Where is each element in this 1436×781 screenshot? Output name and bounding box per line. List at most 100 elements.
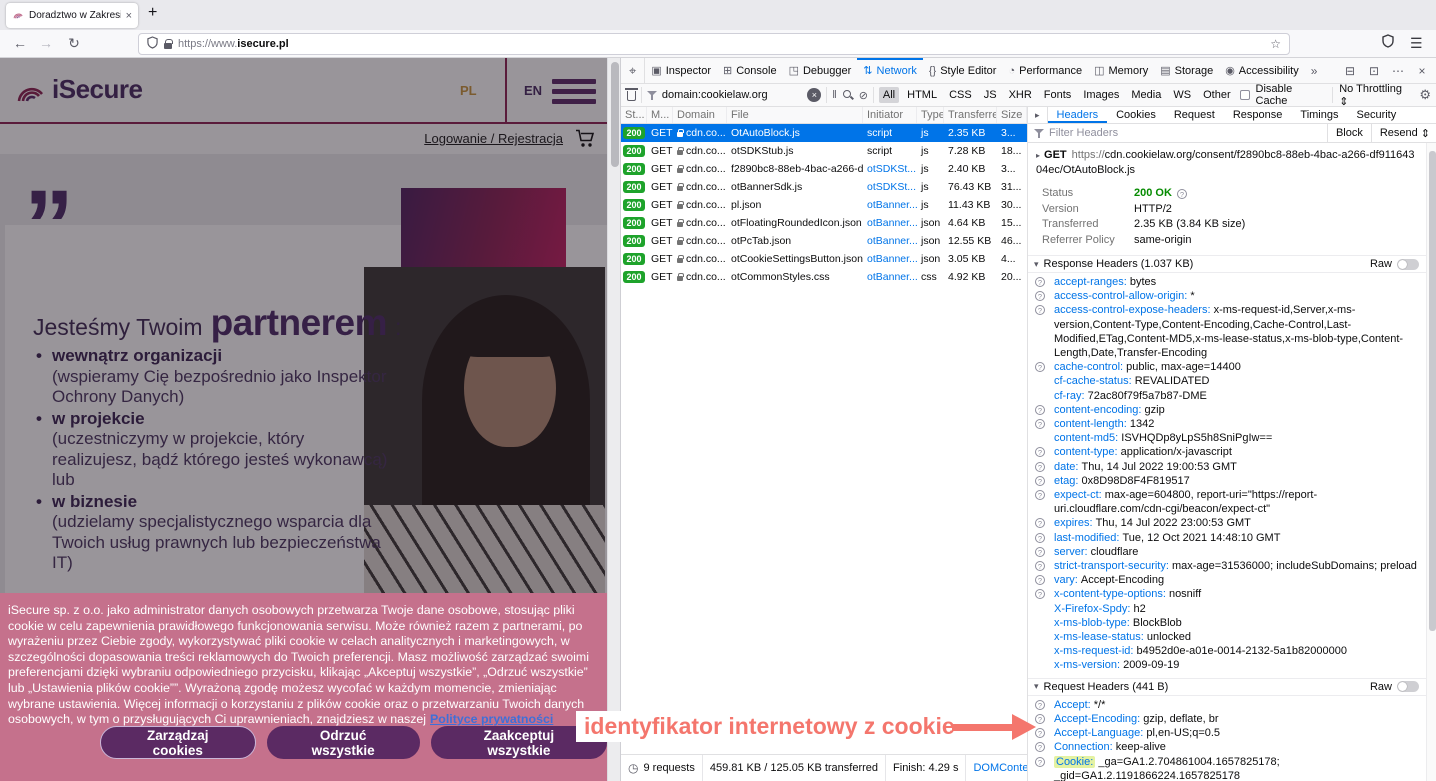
table-row[interactable]: 200GETcdn.co...otSDKStub.jsscriptjs7.28 … bbox=[621, 142, 1027, 160]
table-row[interactable]: 200GETcdn.co...f2890bc8-88eb-4bac-a266-d… bbox=[621, 160, 1027, 178]
help-icon[interactable] bbox=[1035, 518, 1045, 528]
column-header-transferred[interactable]: Transferred bbox=[944, 107, 997, 123]
column-header-domain[interactable]: Domain bbox=[673, 107, 727, 123]
initiator-cell[interactable]: otBanner... bbox=[863, 235, 917, 247]
devtools-menu-icon[interactable]: ⋯ bbox=[1387, 64, 1409, 78]
devtools-tab-accessibility[interactable]: ◉Accessibility bbox=[1219, 58, 1305, 83]
devtools-tab-memory[interactable]: ◫Memory bbox=[1088, 58, 1154, 83]
request-url-row[interactable]: ▸GEThttps://cdn.cookielaw.org/consent/f2… bbox=[1028, 143, 1427, 180]
bookmark-star-icon[interactable]: ☆ bbox=[1270, 37, 1281, 51]
column-header-m[interactable]: M... bbox=[647, 107, 673, 123]
privacy-policy-link[interactable]: Polityce prywatności bbox=[430, 712, 553, 726]
search-icon[interactable] bbox=[842, 89, 854, 101]
devtools-tab-network[interactable]: ⇅Network bbox=[857, 58, 923, 83]
help-icon[interactable] bbox=[1035, 419, 1045, 429]
table-row[interactable]: 200GETcdn.co...otCookieSettingsButton.js… bbox=[621, 250, 1027, 268]
type-filter-css[interactable]: CSS bbox=[945, 87, 976, 103]
expand-triangle-icon[interactable]: ▸ bbox=[1036, 151, 1040, 160]
type-filter-other[interactable]: Other bbox=[1199, 87, 1235, 103]
help-icon[interactable] bbox=[1035, 462, 1045, 472]
throttling-select[interactable]: No Throttling ⇕ bbox=[1339, 83, 1413, 108]
pause-recording-icon[interactable]: ‖ bbox=[832, 89, 837, 101]
column-header-file[interactable]: File bbox=[727, 107, 863, 123]
manage-cookies-button[interactable]: Zarządzaj cookies bbox=[100, 726, 256, 759]
table-row[interactable]: 200GETcdn.co...otFloatingRoundedIcon.jso… bbox=[621, 214, 1027, 232]
filter-url-input[interactable]: domain:cookielaw.org bbox=[662, 89, 803, 101]
split-console-icon[interactable]: ⊟ bbox=[1339, 64, 1361, 78]
devtools-tab-performance[interactable]: ◔Performance bbox=[1002, 58, 1088, 83]
help-icon[interactable] bbox=[1035, 490, 1045, 500]
table-row[interactable]: 200GETcdn.co...otCommonStyles.cssotBanne… bbox=[621, 268, 1027, 286]
type-filter-html[interactable]: HTML bbox=[903, 87, 941, 103]
more-tools-chevron-icon[interactable]: » bbox=[1305, 58, 1324, 83]
raw-toggle[interactable] bbox=[1397, 681, 1419, 692]
resend-button[interactable]: Resend⇕ bbox=[1371, 124, 1436, 143]
type-filter-media[interactable]: Media bbox=[1127, 87, 1165, 103]
clear-filter-icon[interactable]: × bbox=[807, 88, 821, 102]
devtools-tab-storage[interactable]: ▤Storage bbox=[1154, 58, 1219, 83]
block-button[interactable]: Block bbox=[1327, 124, 1371, 143]
initiator-cell[interactable]: otBanner... bbox=[863, 217, 917, 229]
column-header-size[interactable]: Size bbox=[997, 107, 1027, 123]
network-settings-gear-icon[interactable]: ⚙ bbox=[1419, 87, 1431, 103]
details-tab-request[interactable]: Request bbox=[1165, 107, 1224, 123]
help-icon[interactable] bbox=[1035, 447, 1045, 457]
initiator-cell[interactable]: otBanner... bbox=[863, 271, 917, 283]
details-tab-cookies[interactable]: Cookies bbox=[1107, 107, 1165, 123]
initiator-cell[interactable]: otSDKSt... bbox=[863, 181, 917, 193]
type-filter-ws[interactable]: WS bbox=[1169, 87, 1195, 103]
column-header-initiator[interactable]: Initiator bbox=[863, 107, 917, 123]
raw-toggle[interactable] bbox=[1397, 259, 1419, 270]
help-icon[interactable] bbox=[1035, 533, 1045, 543]
browser-tab[interactable]: Doradztwo w Zakresie Ochrony Dany × bbox=[6, 3, 138, 28]
details-tab-timings[interactable]: Timings bbox=[1291, 107, 1347, 123]
response-headers-section[interactable]: ▾ Response Headers (1.037 KB) Raw bbox=[1028, 255, 1427, 273]
responsive-mode-icon[interactable]: ⊡ bbox=[1363, 64, 1385, 78]
request-headers-section[interactable]: ▾ Request Headers (441 B) Raw bbox=[1028, 678, 1427, 696]
forward-button[interactable]: → bbox=[34, 30, 58, 57]
help-icon[interactable] bbox=[1035, 277, 1045, 287]
url-bar[interactable]: https://www.isecure.pl ☆ bbox=[138, 33, 1290, 55]
back-button[interactable]: ← bbox=[8, 30, 32, 57]
clear-requests-icon[interactable] bbox=[627, 91, 636, 101]
tracking-shield-icon[interactable] bbox=[147, 36, 158, 52]
devtools-tab-inspector[interactable]: ▣Inspector bbox=[645, 58, 717, 83]
help-icon[interactable] bbox=[1035, 757, 1045, 767]
details-pane-toggle-icon[interactable]: ▸ bbox=[1028, 107, 1048, 123]
type-filter-js[interactable]: JS bbox=[980, 87, 1001, 103]
table-row[interactable]: 200GETcdn.co...otBannerSdk.jsotSDKSt...j… bbox=[621, 178, 1027, 196]
new-tab-button[interactable]: + bbox=[148, 4, 157, 22]
https-lock-icon[interactable] bbox=[164, 43, 172, 49]
devtools-tab-console[interactable]: ⊞Console bbox=[717, 58, 783, 83]
disable-cache-label[interactable]: Disable Cache bbox=[1256, 83, 1327, 107]
column-header-st[interactable]: St... bbox=[621, 107, 647, 123]
disable-cache-checkbox[interactable] bbox=[1240, 90, 1250, 100]
devtools-tab-style-editor[interactable]: {}Style Editor bbox=[923, 58, 1003, 83]
type-filter-fonts[interactable]: Fonts bbox=[1040, 87, 1076, 103]
type-filter-xhr[interactable]: XHR bbox=[1005, 87, 1036, 103]
collapse-triangle-icon[interactable]: ▾ bbox=[1034, 681, 1039, 692]
help-icon[interactable] bbox=[1035, 547, 1045, 557]
details-scrollbar[interactable] bbox=[1426, 143, 1436, 781]
help-icon[interactable] bbox=[1035, 362, 1045, 372]
page-scrollbar[interactable] bbox=[607, 58, 620, 781]
help-icon[interactable] bbox=[1035, 742, 1045, 752]
help-icon[interactable] bbox=[1035, 476, 1045, 486]
reload-button[interactable]: ↻ bbox=[62, 30, 86, 57]
block-requests-icon[interactable]: ⊘ bbox=[859, 89, 868, 102]
initiator-cell[interactable]: otSDKSt... bbox=[863, 163, 917, 175]
column-header-type[interactable]: Type bbox=[917, 107, 944, 123]
details-tab-security[interactable]: Security bbox=[1348, 107, 1406, 123]
help-icon[interactable] bbox=[1035, 291, 1045, 301]
devtools-tab-debugger[interactable]: ◳Debugger bbox=[783, 58, 858, 83]
initiator-cell[interactable]: otBanner... bbox=[863, 253, 917, 265]
details-scrollbar-thumb[interactable] bbox=[1429, 151, 1436, 631]
details-tab-response[interactable]: Response bbox=[1224, 107, 1292, 123]
details-tab-headers[interactable]: Headers bbox=[1048, 107, 1108, 123]
collapse-triangle-icon[interactable]: ▾ bbox=[1034, 259, 1039, 270]
help-icon[interactable] bbox=[1035, 405, 1045, 415]
help-icon[interactable] bbox=[1177, 189, 1187, 199]
help-icon[interactable] bbox=[1035, 561, 1045, 571]
page-scrollbar-thumb[interactable] bbox=[611, 62, 619, 167]
table-row[interactable]: 200GETcdn.co...OtAutoBlock.jsscriptjs2.3… bbox=[621, 124, 1027, 142]
